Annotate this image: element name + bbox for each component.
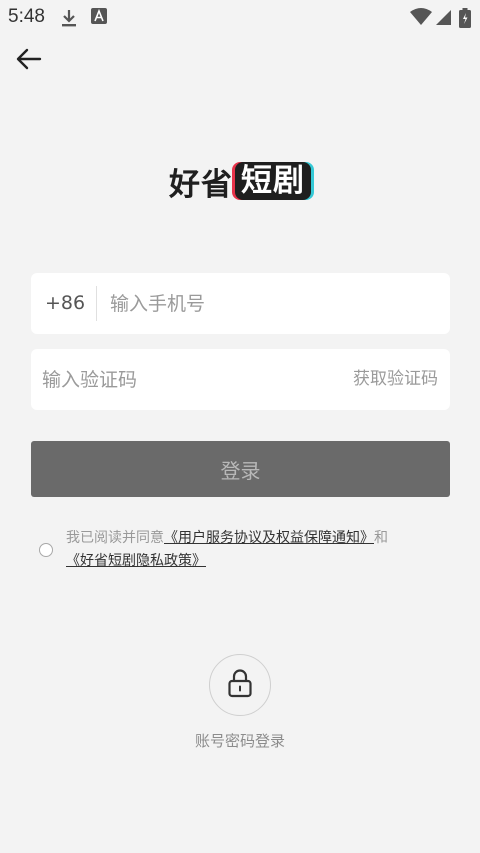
lock-icon bbox=[227, 668, 253, 702]
phone-input[interactable] bbox=[110, 273, 430, 334]
password-login-button[interactable] bbox=[209, 654, 271, 716]
field-divider bbox=[96, 286, 97, 321]
agreement-checkbox[interactable] bbox=[39, 543, 53, 557]
verification-code-field: 获取验证码 bbox=[31, 349, 450, 410]
login-button[interactable]: 登录 bbox=[31, 441, 450, 497]
status-time: 5:48 bbox=[8, 6, 45, 27]
back-button[interactable] bbox=[12, 44, 46, 78]
logo-boxed-text: 短剧 bbox=[235, 162, 311, 200]
user-agreement-link[interactable]: 《用户服务协议及权益保障通知》 bbox=[164, 530, 374, 546]
verification-code-input[interactable] bbox=[42, 349, 302, 410]
password-login-label[interactable]: 账号密码登录 bbox=[0, 730, 480, 751]
agreement-connector: 和 bbox=[374, 530, 388, 546]
agreement-prefix: 我已阅读并同意 bbox=[66, 530, 164, 546]
agreement-text: 我已阅读并同意《用户服务协议及权益保障通知》和 《好省短剧隐私政策》 bbox=[66, 527, 446, 573]
download-icon bbox=[60, 8, 78, 32]
get-code-button[interactable]: 获取验证码 bbox=[353, 349, 438, 410]
logo-text: 好省 bbox=[169, 166, 233, 203]
login-button-label: 登录 bbox=[220, 458, 261, 483]
signal-icon bbox=[436, 8, 452, 30]
battery-icon bbox=[459, 8, 471, 32]
app-logo: 好省 短剧 bbox=[0, 156, 480, 206]
wifi-icon bbox=[410, 8, 432, 30]
status-bar: 5:48 bbox=[0, 0, 480, 34]
country-code[interactable]: +86 bbox=[45, 273, 85, 334]
phone-field: +86 bbox=[31, 273, 450, 334]
privacy-policy-link[interactable]: 《好省短剧隐私政策》 bbox=[66, 553, 206, 569]
font-badge-icon bbox=[91, 8, 107, 28]
arrow-left-icon bbox=[16, 48, 42, 74]
